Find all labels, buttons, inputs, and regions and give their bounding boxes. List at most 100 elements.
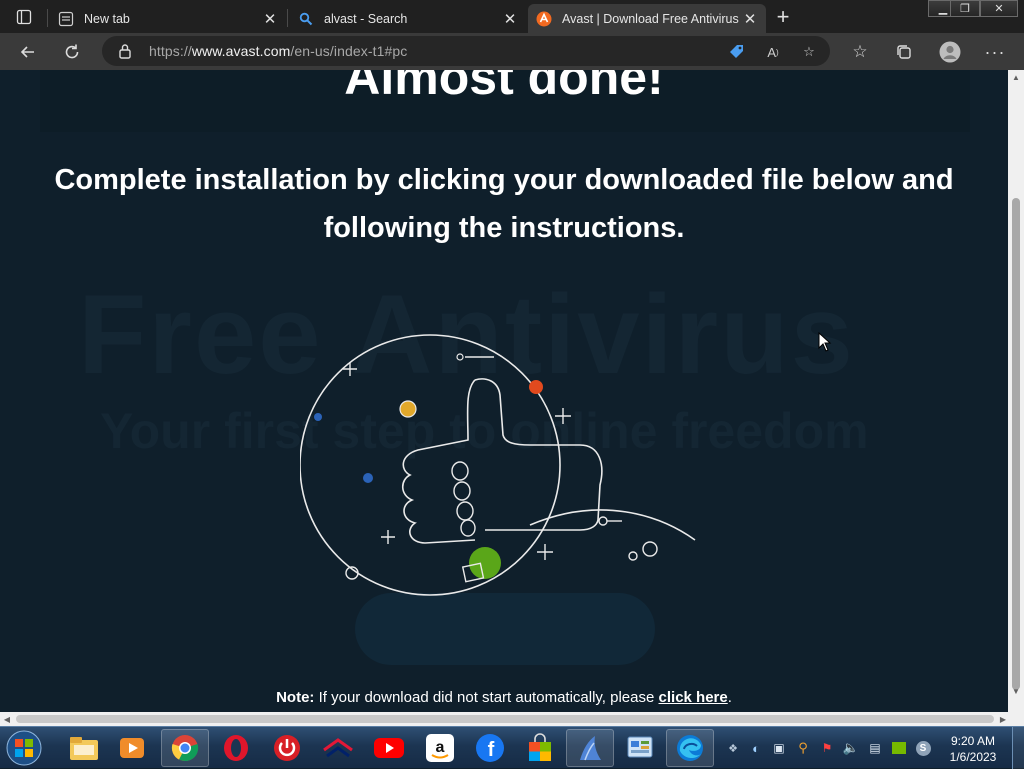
taskbar-edge[interactable] (666, 729, 714, 767)
page-content: Free Antivirus Your first step to online… (0, 70, 1008, 712)
instruction-text: Complete installation by clicking your d… (54, 164, 954, 244)
shark-icon (580, 736, 601, 761)
note-label: Note: (276, 689, 315, 706)
taskbar-facebook[interactable]: f (466, 729, 514, 767)
taskbar-explorer[interactable] (60, 729, 108, 767)
url-scheme: https:// (149, 43, 192, 59)
taskbar-shark-app[interactable] (566, 729, 614, 767)
favorites-button[interactable]: ☆ (845, 37, 875, 67)
taskbar-media-player[interactable] (108, 729, 156, 767)
vertical-scrollbar[interactable]: ▲ ▼ (1008, 70, 1024, 712)
taskbar-bank-of-america[interactable] (314, 729, 362, 767)
favorites-star-icon: ☆ (852, 42, 868, 61)
system-clock[interactable]: 9:20 AM 1/6/2023 (940, 733, 1006, 765)
edge-tray-icon: ◐ (752, 740, 760, 756)
note-end: . (727, 689, 732, 706)
tray-network-device[interactable]: ▣ (771, 740, 787, 756)
close-icon[interactable]: ✕ (502, 11, 518, 28)
url-text: https://www.avast.com/en-us/index-t1#pc (149, 43, 407, 59)
tray-action-center[interactable]: ⚑ (819, 740, 835, 756)
refresh-button[interactable] (57, 37, 87, 67)
taskbar-chrome[interactable] (161, 729, 209, 767)
tab-title: alvast - Search (324, 11, 408, 26)
tray-nvidia[interactable] (891, 740, 907, 756)
tray-search[interactable]: ⚲ (795, 740, 811, 756)
taskbar-control-panel[interactable] (616, 729, 664, 767)
settings-menu-button[interactable]: ··· (980, 37, 1010, 67)
tab-title: Avast | Download Free Antivirus & (562, 11, 742, 26)
speaker-icon: 🔈 (842, 740, 860, 755)
tab-actions-button[interactable] (8, 6, 40, 28)
taskbar-amazon[interactable]: a (416, 729, 464, 767)
network-icon: ▤ (869, 741, 881, 755)
collections-icon (897, 45, 911, 59)
taskbar-power-app[interactable] (263, 729, 311, 767)
scroll-down-arrow-icon[interactable]: ▼ (1008, 684, 1024, 698)
show-hidden-icons-button[interactable]: ❖ (725, 740, 741, 756)
download-note: Note: If your download did not start aut… (0, 689, 1008, 706)
address-bar[interactable]: https://www.avast.com/en-us/index-t1#pc … (102, 36, 830, 66)
scroll-up-arrow-icon[interactable]: ▲ (1008, 70, 1024, 84)
new-tab-page-icon (58, 11, 74, 27)
vertical-scroll-thumb[interactable] (1012, 198, 1020, 690)
power-icon (274, 735, 300, 761)
clock-date: 1/6/2023 (949, 750, 997, 764)
mouse-cursor-icon (818, 332, 832, 352)
add-favorite-icon[interactable]: ☆ (800, 43, 818, 61)
tray-volume[interactable]: 🔈 (843, 740, 859, 756)
refresh-icon (65, 44, 79, 59)
new-tab-button[interactable]: + (770, 4, 796, 30)
show-desktop-button[interactable] (1012, 727, 1024, 769)
store-bag-icon (529, 733, 551, 761)
close-window-button[interactable]: ✕ (980, 0, 1018, 17)
avast-logo-icon (536, 11, 552, 27)
tab-separator (47, 9, 48, 27)
read-aloud-icon[interactable]: A) (764, 43, 782, 61)
horizontal-scroll-thumb[interactable] (16, 715, 994, 723)
more-options-icon: ··· (984, 41, 1006, 62)
svg-text:f: f (488, 739, 495, 761)
profile-button[interactable] (935, 37, 965, 67)
edge-icon (677, 735, 703, 761)
minimize-icon: ▁ (938, 3, 948, 15)
close-icon[interactable]: ✕ (742, 11, 758, 28)
tab-new-tab[interactable]: New tab ✕ (50, 4, 286, 33)
avatar-icon (939, 41, 961, 63)
tray-skype[interactable]: S (915, 740, 931, 756)
action-center-flag-icon: ⚑ (821, 741, 833, 755)
taskbar-opera[interactable] (212, 729, 260, 767)
start-button[interactable] (4, 729, 44, 767)
tray-edge[interactable]: ◐ (748, 740, 764, 756)
clock-time: 9:20 AM (950, 734, 996, 748)
click-here-link[interactable]: click here (659, 689, 728, 706)
amazon-icon: a (426, 734, 454, 762)
thumbs-up-illustration (300, 334, 696, 596)
taskbar-store[interactable] (516, 729, 564, 767)
tray-network[interactable]: ▤ (867, 740, 883, 756)
chrome-icon (171, 735, 199, 762)
windows-logo-icon (6, 730, 42, 766)
lock-icon[interactable] (118, 43, 132, 64)
page-title: Almost done! (344, 70, 664, 105)
close-icon[interactable]: ✕ (262, 11, 278, 28)
scroll-left-arrow-icon[interactable]: ◀ (0, 712, 14, 726)
taskbar: a f ❖ ◐ ▣ ⚲ ⚑ 🔈 ▤ S 9:20 AM 1/6/2023 (0, 726, 1024, 769)
taskbar-youtube[interactable] (365, 729, 413, 767)
restore-button[interactable]: ❐ (950, 0, 980, 17)
magnifier-icon: ⚲ (798, 740, 808, 755)
scroll-right-arrow-icon[interactable]: ▶ (996, 712, 1010, 726)
coupon-tag-icon[interactable] (728, 43, 746, 61)
horizontal-scrollbar[interactable]: ◀ ▶ (0, 712, 1024, 726)
tab-alvast-search[interactable]: alvast - Search ✕ (290, 4, 526, 33)
tab-avast-download[interactable]: Avast | Download Free Antivirus & ✕ (528, 4, 766, 33)
navigation-bar: https://www.avast.com/en-us/index-t1#pc … (0, 33, 1024, 70)
opera-icon (224, 735, 248, 761)
facebook-icon: f (476, 734, 504, 762)
collections-button[interactable] (889, 37, 919, 67)
svg-text:a: a (436, 739, 445, 756)
search-icon (298, 11, 314, 27)
bank-of-america-icon (323, 738, 353, 758)
back-button[interactable] (13, 37, 43, 67)
close-icon: ✕ (994, 3, 1004, 15)
tab-strip: New tab ✕ alvast - Search ✕ Avast | Down… (0, 0, 1024, 33)
